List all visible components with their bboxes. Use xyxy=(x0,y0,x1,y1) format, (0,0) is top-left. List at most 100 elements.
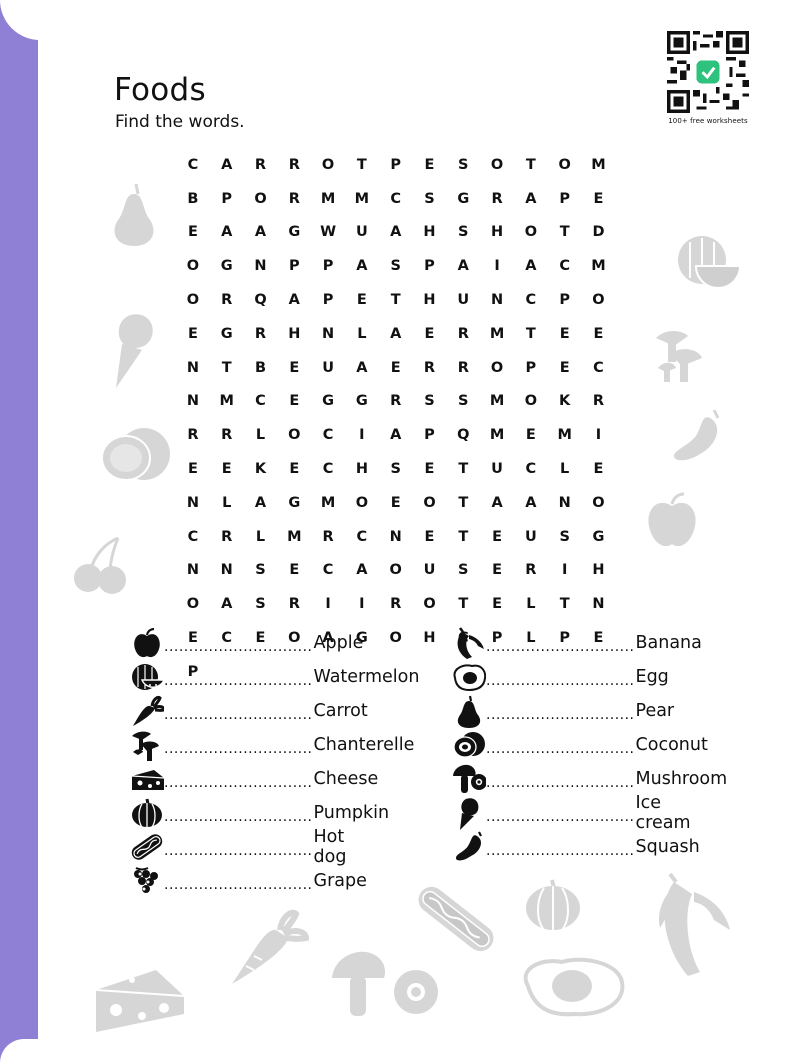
grid-letter[interactable]: H xyxy=(345,452,379,486)
grid-letter[interactable]: A xyxy=(244,216,278,250)
grid-letter[interactable]: E xyxy=(413,317,447,351)
grid-letter[interactable]: E xyxy=(176,216,210,250)
grid-letter[interactable]: S xyxy=(244,554,278,588)
grid-letter[interactable]: O xyxy=(514,385,548,419)
grid-letter[interactable]: P xyxy=(277,249,311,283)
grid-letter[interactable]: M xyxy=(311,486,345,520)
grid-letter[interactable]: E xyxy=(548,351,582,385)
grid-letter[interactable]: G xyxy=(210,317,244,351)
grid-letter[interactable]: A xyxy=(446,249,480,283)
grid-letter[interactable]: R xyxy=(210,418,244,452)
grid-letter[interactable]: A xyxy=(210,148,244,182)
grid-letter[interactable]: G xyxy=(446,182,480,216)
grid-letter[interactable]: O xyxy=(413,486,447,520)
grid-letter[interactable]: M xyxy=(311,182,345,216)
grid-letter[interactable]: N xyxy=(379,520,413,554)
grid-letter[interactable]: P xyxy=(311,249,345,283)
grid-letter[interactable]: I xyxy=(548,554,582,588)
qr-code-block[interactable]: 100+ free worksheets xyxy=(666,31,750,125)
grid-letter[interactable]: H xyxy=(413,216,447,250)
grid-letter[interactable]: R xyxy=(244,148,278,182)
grid-letter[interactable]: A xyxy=(345,351,379,385)
grid-letter[interactable]: T xyxy=(446,587,480,621)
grid-letter[interactable]: N xyxy=(480,283,514,317)
grid-letter[interactable]: A xyxy=(514,182,548,216)
grid-letter[interactable]: T xyxy=(514,317,548,351)
grid-letter[interactable]: N xyxy=(548,486,582,520)
grid-letter[interactable]: L xyxy=(244,520,278,554)
grid-letter[interactable]: S xyxy=(446,554,480,588)
grid-letter[interactable]: M xyxy=(480,317,514,351)
grid-letter[interactable]: C xyxy=(311,418,345,452)
grid-letter[interactable]: L xyxy=(244,418,278,452)
grid-letter[interactable]: A xyxy=(345,249,379,283)
grid-letter[interactable]: N xyxy=(210,554,244,588)
grid-letter[interactable]: H xyxy=(413,283,447,317)
grid-letter[interactable]: S xyxy=(413,182,447,216)
grid-letter[interactable]: S xyxy=(548,520,582,554)
grid-letter[interactable]: C xyxy=(514,283,548,317)
grid-letter[interactable]: T xyxy=(446,520,480,554)
grid-letter[interactable]: P xyxy=(210,182,244,216)
grid-letter[interactable]: R xyxy=(446,351,480,385)
grid-letter[interactable]: U xyxy=(413,554,447,588)
grid-letter[interactable]: D xyxy=(582,216,616,250)
grid-letter[interactable]: E xyxy=(379,351,413,385)
grid-letter[interactable]: O xyxy=(480,148,514,182)
grid-letter[interactable]: E xyxy=(210,452,244,486)
qr-code-icon[interactable] xyxy=(667,31,749,113)
grid-letter[interactable]: R xyxy=(514,554,548,588)
grid-letter[interactable]: B xyxy=(176,182,210,216)
grid-letter[interactable]: P xyxy=(379,148,413,182)
grid-letter[interactable]: R xyxy=(277,148,311,182)
grid-letter[interactable]: C xyxy=(176,520,210,554)
grid-letter[interactable]: O xyxy=(413,587,447,621)
grid-letter[interactable]: C xyxy=(379,182,413,216)
grid-letter[interactable]: O xyxy=(176,587,210,621)
grid-letter[interactable]: N xyxy=(582,587,616,621)
grid-letter[interactable]: P xyxy=(514,351,548,385)
grid-letter[interactable]: R xyxy=(446,317,480,351)
grid-letter[interactable]: O xyxy=(277,418,311,452)
grid-letter[interactable]: O xyxy=(311,148,345,182)
grid-letter[interactable]: A xyxy=(244,486,278,520)
grid-letter[interactable]: N xyxy=(176,351,210,385)
grid-letter[interactable]: U xyxy=(446,283,480,317)
grid-letter[interactable]: S xyxy=(446,216,480,250)
grid-letter[interactable]: E xyxy=(176,452,210,486)
grid-letter[interactable]: H xyxy=(413,621,447,655)
grid-letter[interactable]: O xyxy=(176,249,210,283)
grid-letter[interactable]: O xyxy=(176,283,210,317)
grid-letter[interactable]: L xyxy=(210,486,244,520)
grid-letter[interactable]: G xyxy=(311,385,345,419)
grid-letter[interactable]: H xyxy=(277,317,311,351)
grid-letter[interactable]: C xyxy=(244,385,278,419)
grid-letter[interactable]: R xyxy=(210,520,244,554)
grid-letter[interactable]: S xyxy=(446,148,480,182)
grid-letter[interactable]: C xyxy=(548,249,582,283)
grid-letter[interactable]: B xyxy=(244,351,278,385)
grid-letter[interactable]: E xyxy=(413,148,447,182)
grid-letter[interactable]: S xyxy=(379,249,413,283)
grid-letter[interactable]: M xyxy=(582,148,616,182)
grid-letter[interactable]: I xyxy=(345,587,379,621)
grid-letter[interactable]: T xyxy=(446,486,480,520)
grid-letter[interactable]: R xyxy=(480,182,514,216)
grid-letter[interactable]: O xyxy=(480,351,514,385)
grid-letter[interactable]: E xyxy=(176,317,210,351)
grid-letter[interactable]: S xyxy=(244,587,278,621)
grid-letter[interactable]: G xyxy=(277,216,311,250)
grid-letter[interactable]: U xyxy=(480,452,514,486)
grid-letter[interactable]: O xyxy=(244,182,278,216)
grid-letter[interactable]: R xyxy=(311,520,345,554)
grid-letter[interactable]: P xyxy=(311,283,345,317)
grid-letter[interactable]: U xyxy=(311,351,345,385)
grid-letter[interactable]: M xyxy=(548,418,582,452)
grid-letter[interactable]: R xyxy=(244,317,278,351)
grid-letter[interactable]: E xyxy=(514,418,548,452)
grid-letter[interactable]: C xyxy=(311,452,345,486)
grid-letter[interactable]: E xyxy=(277,385,311,419)
grid-letter[interactable]: P xyxy=(548,283,582,317)
grid-letter[interactable]: O xyxy=(345,486,379,520)
grid-letter[interactable]: S xyxy=(446,385,480,419)
